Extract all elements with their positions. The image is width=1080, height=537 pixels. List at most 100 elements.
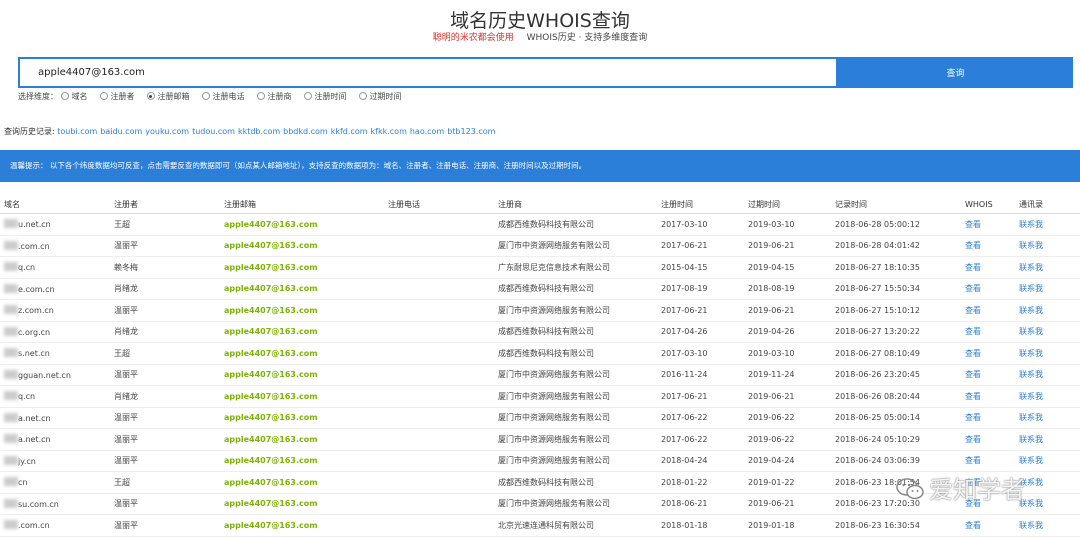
dimension-option[interactable]: 过期时间 [358, 91, 402, 102]
domain-text[interactable]: gguan.net.cn [18, 371, 71, 380]
registrar-cell[interactable]: 成都西维数码科技有限公司 [494, 342, 657, 365]
registrar-cell[interactable]: 厦门市中资源网络服务有限公司 [494, 493, 657, 515]
whois-link[interactable]: 查看 [965, 435, 981, 444]
dimension-option[interactable]: 注册者 [99, 91, 135, 102]
domain-text[interactable]: .com.cn [18, 242, 50, 251]
email-cell[interactable]: apple4407@163.com [220, 342, 384, 365]
registrar-cell[interactable]: 厦门市中资源网络服务有限公司 [494, 299, 657, 322]
contact-link[interactable]: 联系我 [1019, 327, 1043, 336]
contact-link[interactable]: 联系我 [1019, 241, 1043, 250]
whois-link[interactable]: 查看 [965, 456, 981, 465]
whois-link[interactable]: 查看 [965, 349, 981, 358]
whois-link[interactable]: 查看 [965, 241, 981, 250]
email-cell[interactable]: apple4407@163.com [220, 514, 384, 537]
email-cell[interactable]: apple4407@163.com [220, 450, 384, 472]
email-cell[interactable]: apple4407@163.com [220, 407, 384, 429]
whois-link[interactable]: 查看 [965, 263, 981, 272]
domain-text[interactable]: u.net.cn [18, 220, 51, 229]
registrar-cell[interactable]: 成都西维数码科技有限公司 [494, 321, 657, 343]
radio-icon[interactable] [146, 92, 155, 100]
registrar-cell[interactable]: 厦门市中资源网络服务有限公司 [494, 428, 657, 451]
domain-text[interactable]: s.net.cn [18, 349, 50, 358]
domain-text[interactable]: cn [18, 478, 27, 487]
whois-link[interactable]: 查看 [965, 392, 981, 401]
contact-link[interactable]: 联系我 [1019, 263, 1043, 272]
registrant-cell[interactable]: 温丽平 [110, 493, 220, 515]
registrar-cell[interactable]: 厦门市中资源网络服务有限公司 [494, 450, 657, 472]
contact-link[interactable]: 联系我 [1019, 413, 1043, 422]
history-link[interactable]: youku.com [145, 127, 189, 136]
registrar-cell[interactable]: 成都西维数码科技有限公司 [494, 278, 657, 300]
registrant-cell[interactable]: 肖绪龙 [110, 278, 220, 300]
history-link[interactable]: btb123.com [447, 127, 495, 136]
contact-link[interactable]: 联系我 [1019, 284, 1043, 293]
radio-icon[interactable] [358, 92, 367, 100]
contact-link[interactable]: 联系我 [1019, 392, 1043, 401]
history-link[interactable]: baidu.com [100, 127, 142, 136]
email-cell[interactable]: apple4407@163.com [220, 278, 384, 300]
radio-icon[interactable] [256, 92, 265, 100]
contact-link[interactable]: 联系我 [1019, 370, 1043, 379]
registrant-cell[interactable]: 肖绪龙 [110, 385, 220, 408]
email-cell[interactable]: apple4407@163.com [220, 299, 384, 322]
contact-link[interactable]: 联系我 [1019, 349, 1043, 358]
domain-text[interactable]: e.com.cn [18, 285, 55, 294]
history-link[interactable]: kfkk.com [371, 127, 407, 136]
dimension-option[interactable]: 注册电话 [201, 91, 245, 102]
registrant-cell[interactable]: 肖绪龙 [110, 321, 220, 343]
radio-icon[interactable] [303, 92, 312, 100]
domain-text[interactable]: su.com.cn [18, 500, 59, 509]
domain-text[interactable]: c.org.cn [18, 328, 50, 337]
email-cell[interactable]: apple4407@163.com [220, 364, 384, 386]
email-cell[interactable]: apple4407@163.com [220, 471, 384, 494]
search-button[interactable]: 查询 [838, 57, 1073, 88]
email-cell[interactable]: apple4407@163.com [220, 256, 384, 279]
registrant-cell[interactable]: 赖冬梅 [110, 256, 220, 279]
history-link[interactable]: tudou.com [192, 127, 235, 136]
domain-text[interactable]: z.com.cn [18, 306, 54, 315]
domain-text[interactable]: a.net.cn [18, 435, 51, 444]
registrant-cell[interactable]: 王超 [110, 342, 220, 365]
radio-icon[interactable] [60, 92, 69, 100]
contact-link[interactable]: 联系我 [1019, 435, 1043, 444]
email-cell[interactable]: apple4407@163.com [220, 321, 384, 343]
dimension-option[interactable]: 注册商 [256, 91, 292, 102]
domain-text[interactable]: q.cn [18, 392, 35, 401]
email-cell[interactable]: apple4407@163.com [220, 385, 384, 408]
history-link[interactable]: kktdb.com [238, 127, 280, 136]
whois-link[interactable]: 查看 [965, 306, 981, 315]
dimension-option[interactable]: 注册邮箱 [146, 91, 190, 102]
registrar-cell[interactable]: 厦门市中资源网络服务有限公司 [494, 385, 657, 408]
registrar-cell[interactable]: 成都西维数码科技有限公司 [494, 471, 657, 494]
search-input[interactable] [18, 57, 838, 88]
whois-link[interactable]: 查看 [965, 327, 981, 336]
whois-link[interactable]: 查看 [965, 521, 981, 530]
registrar-cell[interactable]: 厦门市中资源网络服务有限公司 [494, 235, 657, 257]
domain-text[interactable]: .com.cn [18, 521, 50, 530]
registrant-cell[interactable]: 温丽平 [110, 450, 220, 472]
domain-text[interactable]: jy.cn [18, 457, 36, 466]
registrar-cell[interactable]: 厦门市中资源网络服务有限公司 [494, 364, 657, 386]
registrant-cell[interactable]: 王超 [110, 471, 220, 494]
history-link[interactable]: hao.com [410, 127, 444, 136]
registrant-cell[interactable]: 温丽平 [110, 364, 220, 386]
registrant-cell[interactable]: 温丽平 [110, 299, 220, 322]
registrant-cell[interactable]: 温丽平 [110, 514, 220, 537]
contact-link[interactable]: 联系我 [1019, 220, 1043, 229]
domain-text[interactable]: q.cn [18, 263, 35, 272]
registrar-cell[interactable]: 厦门市中资源网络服务有限公司 [494, 407, 657, 429]
whois-link[interactable]: 查看 [965, 413, 981, 422]
history-link[interactable]: kkfd.com [331, 127, 368, 136]
registrant-cell[interactable]: 温丽平 [110, 428, 220, 451]
dimension-option[interactable]: 注册时间 [303, 91, 347, 102]
whois-link[interactable]: 查看 [965, 284, 981, 293]
registrant-cell[interactable]: 温丽平 [110, 407, 220, 429]
email-cell[interactable]: apple4407@163.com [220, 235, 384, 257]
email-cell[interactable]: apple4407@163.com [220, 493, 384, 515]
whois-link[interactable]: 查看 [965, 220, 981, 229]
registrar-cell[interactable]: 成都西维数码科技有限公司 [494, 213, 657, 236]
radio-icon[interactable] [99, 92, 108, 100]
radio-icon[interactable] [201, 92, 210, 100]
contact-link[interactable]: 联系我 [1019, 456, 1043, 465]
dimension-option[interactable]: 域名 [60, 91, 88, 102]
